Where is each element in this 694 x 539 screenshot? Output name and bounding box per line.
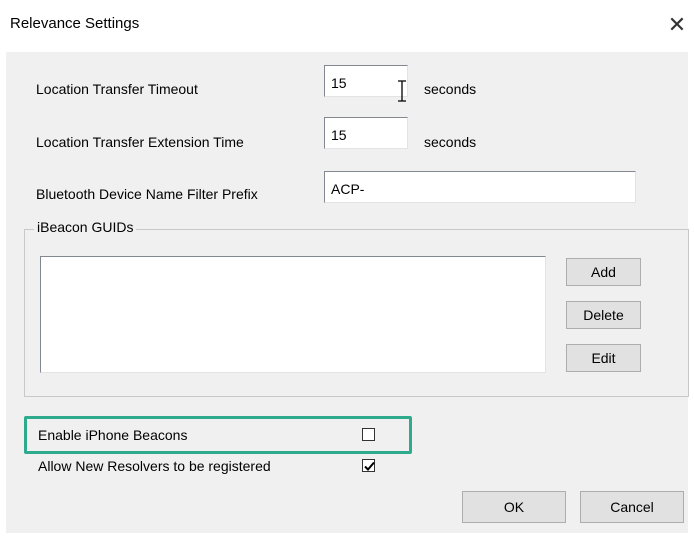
timeout-unit-label: seconds — [424, 81, 477, 97]
timeout-label: Location Transfer Timeout — [36, 81, 198, 97]
close-button[interactable]: ✕ — [660, 8, 694, 42]
cancel-button[interactable]: Cancel — [580, 491, 684, 523]
extension-label: Location Transfer Extension Time — [36, 134, 244, 150]
allow-new-resolvers-checkbox[interactable] — [362, 459, 375, 472]
enable-iphone-beacons-checkbox[interactable] — [362, 428, 375, 441]
checkmark-icon — [364, 461, 375, 471]
close-icon: ✕ — [667, 12, 687, 37]
add-button[interactable]: Add — [566, 258, 641, 286]
extension-input[interactable] — [324, 117, 408, 149]
extension-unit-label: seconds — [424, 134, 477, 150]
bluetooth-prefix-label: Bluetooth Device Name Filter Prefix — [36, 186, 258, 202]
ibeacon-group-title: iBeacon GUIDs — [34, 219, 137, 235]
title-bar: Relevance Settings ✕ — [0, 0, 694, 52]
bluetooth-prefix-input[interactable] — [324, 171, 636, 203]
enable-iphone-beacons-label: Enable iPhone Beacons — [38, 427, 188, 443]
text-cursor-icon — [398, 80, 406, 102]
allow-new-resolvers-label: Allow New Resolvers to be registered — [38, 458, 271, 474]
window-title: Relevance Settings — [10, 15, 140, 32]
ok-button[interactable]: OK — [462, 491, 566, 523]
edit-button[interactable]: Edit — [566, 344, 641, 372]
ibeacon-guid-list[interactable] — [40, 256, 546, 373]
delete-button[interactable]: Delete — [566, 301, 641, 329]
